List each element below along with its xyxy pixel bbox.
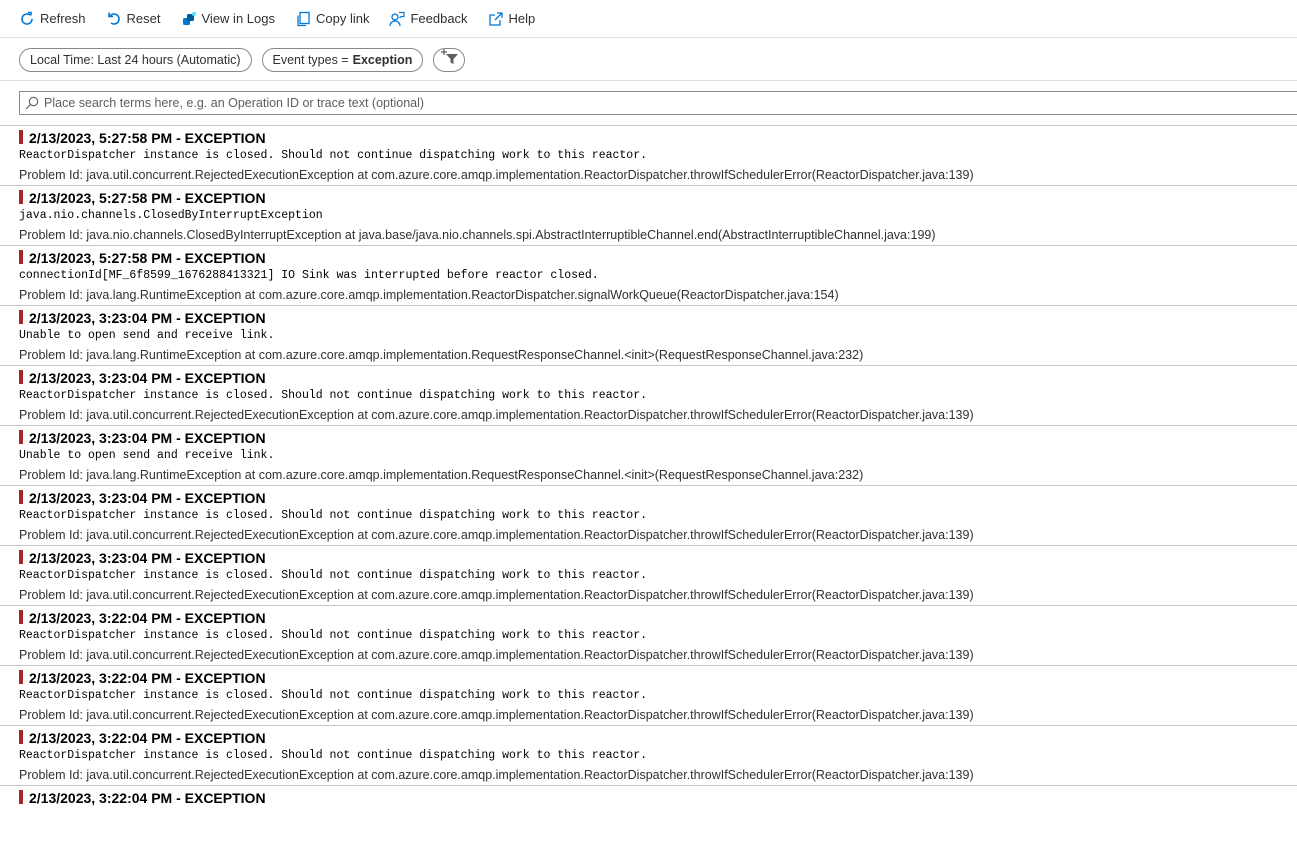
event-list: 2/13/2023, 5:27:58 PM - EXCEPTION Reactor… bbox=[0, 125, 1297, 845]
view-in-logs-label: View in Logs bbox=[201, 11, 275, 26]
event-problem-id: Problem Id: java.util.concurrent.Rejecte… bbox=[19, 768, 974, 782]
search-box bbox=[19, 91, 1297, 115]
event-problem-id: Problem Id: java.util.concurrent.Rejecte… bbox=[19, 708, 974, 722]
search-input[interactable] bbox=[44, 96, 1244, 110]
event-problem-id: Problem Id: java.lang.RuntimeException a… bbox=[19, 468, 864, 482]
event-title: 2/13/2023, 3:22:04 PM - EXCEPTION bbox=[29, 670, 266, 686]
event-title: 2/13/2023, 3:22:04 PM - EXCEPTION bbox=[29, 610, 266, 626]
exception-severity-marker bbox=[19, 610, 23, 624]
event-problem-id: Problem Id: java.lang.RuntimeException a… bbox=[19, 288, 839, 302]
event-problem-id: Problem Id: java.util.concurrent.Rejecte… bbox=[19, 648, 974, 662]
event-row[interactable]: 2/13/2023, 3:23:04 PM - EXCEPTION Reactor… bbox=[0, 485, 1297, 545]
exception-severity-marker bbox=[19, 730, 23, 744]
event-title: 2/13/2023, 3:23:04 PM - EXCEPTION bbox=[29, 370, 266, 386]
exception-severity-marker bbox=[19, 430, 23, 444]
copy-icon bbox=[294, 10, 312, 28]
search-icon bbox=[25, 96, 39, 110]
event-message: ReactorDispatcher instance is closed. Sh… bbox=[19, 149, 648, 162]
exception-severity-marker bbox=[19, 190, 23, 204]
event-message: ReactorDispatcher instance is closed. Sh… bbox=[19, 629, 648, 642]
event-title: 2/13/2023, 3:23:04 PM - EXCEPTION bbox=[29, 490, 266, 506]
event-row[interactable]: 2/13/2023, 3:23:04 PM - EXCEPTION Reactor… bbox=[0, 365, 1297, 425]
add-filter-icon bbox=[438, 49, 460, 70]
feedback-label: Feedback bbox=[410, 11, 468, 26]
event-problem-id: Problem Id: java.nio.channels.ClosedByIn… bbox=[19, 228, 936, 242]
event-message: ReactorDispatcher instance is closed. Sh… bbox=[19, 389, 648, 402]
exception-severity-marker bbox=[19, 250, 23, 264]
exception-severity-marker bbox=[19, 550, 23, 564]
exception-severity-marker bbox=[19, 130, 23, 144]
event-types-value: Exception bbox=[352, 52, 413, 67]
event-types-label: Event types = bbox=[272, 52, 349, 67]
exception-severity-marker bbox=[19, 490, 23, 504]
time-range-filter[interactable]: Local Time: Last 24 hours (Automatic) bbox=[19, 47, 252, 72]
event-row[interactable]: 2/13/2023, 5:27:58 PM - EXCEPTION connect… bbox=[0, 245, 1297, 305]
event-problem-id: Problem Id: java.util.concurrent.Rejecte… bbox=[19, 528, 974, 542]
event-row[interactable]: 2/13/2023, 5:27:58 PM - EXCEPTION java.ni… bbox=[0, 185, 1297, 245]
event-row[interactable]: 2/13/2023, 3:23:04 PM - EXCEPTION Reactor… bbox=[0, 545, 1297, 605]
reset-button[interactable]: Reset bbox=[105, 4, 161, 34]
help-label: Help bbox=[508, 11, 536, 26]
event-message: java.nio.channels.ClosedByInterruptExcep… bbox=[19, 209, 323, 222]
event-row[interactable]: 2/13/2023, 3:23:04 PM - EXCEPTION Unable … bbox=[0, 425, 1297, 485]
event-title: 2/13/2023, 5:27:58 PM - EXCEPTION bbox=[29, 130, 266, 146]
event-title: 2/13/2023, 3:23:04 PM - EXCEPTION bbox=[29, 430, 266, 446]
exception-severity-marker bbox=[19, 790, 23, 804]
event-problem-id: Problem Id: java.util.concurrent.Rejecte… bbox=[19, 408, 974, 422]
external-link-icon bbox=[487, 10, 505, 28]
event-message: ReactorDispatcher instance is closed. Sh… bbox=[19, 689, 648, 702]
filter-bar: Local Time: Last 24 hours (Automatic) Ev… bbox=[0, 39, 1297, 81]
event-title: 2/13/2023, 3:22:04 PM - EXCEPTION bbox=[29, 790, 266, 806]
exception-severity-marker bbox=[19, 370, 23, 384]
help-button[interactable]: Help bbox=[487, 4, 536, 34]
event-title: 2/13/2023, 3:22:04 PM - EXCEPTION bbox=[29, 730, 266, 746]
event-title: 2/13/2023, 3:23:04 PM - EXCEPTION bbox=[29, 550, 266, 566]
event-message: Unable to open send and receive link. bbox=[19, 449, 275, 462]
event-message: Unable to open send and receive link. bbox=[19, 329, 275, 342]
refresh-icon bbox=[18, 10, 36, 28]
refresh-label: Refresh bbox=[40, 11, 86, 26]
reset-label: Reset bbox=[126, 11, 161, 26]
event-row[interactable]: 2/13/2023, 3:23:04 PM - EXCEPTION Unable … bbox=[0, 305, 1297, 365]
event-row[interactable]: 2/13/2023, 3:22:04 PM - EXCEPTION Reactor… bbox=[0, 605, 1297, 665]
event-message: ReactorDispatcher instance is closed. Sh… bbox=[19, 509, 648, 522]
event-title: 2/13/2023, 5:27:58 PM - EXCEPTION bbox=[29, 190, 266, 206]
copy-link-label: Copy link bbox=[315, 11, 370, 26]
add-filter-button[interactable] bbox=[433, 47, 466, 72]
undo-icon bbox=[105, 10, 123, 28]
event-title: 2/13/2023, 3:23:04 PM - EXCEPTION bbox=[29, 310, 266, 326]
feedback-icon bbox=[388, 10, 406, 28]
exception-severity-marker bbox=[19, 670, 23, 684]
event-problem-id: Problem Id: java.util.concurrent.Rejecte… bbox=[19, 168, 974, 182]
event-row[interactable]: 2/13/2023, 5:27:58 PM - EXCEPTION Reactor… bbox=[0, 125, 1297, 185]
event-types-filter[interactable]: Event types = Exception bbox=[261, 47, 424, 72]
event-row[interactable]: 2/13/2023, 3:22:04 PM - EXCEPTION Reactor… bbox=[0, 665, 1297, 725]
feedback-button[interactable]: Feedback bbox=[388, 4, 468, 34]
event-message: ReactorDispatcher instance is closed. Sh… bbox=[19, 569, 648, 582]
event-title: 2/13/2023, 5:27:58 PM - EXCEPTION bbox=[29, 250, 266, 266]
event-problem-id: Problem Id: java.lang.RuntimeException a… bbox=[19, 348, 864, 362]
event-row[interactable]: 2/13/2023, 3:22:04 PM - EXCEPTION bbox=[0, 785, 1297, 845]
time-range-label: Local Time: Last 24 hours (Automatic) bbox=[30, 52, 241, 67]
event-row[interactable]: 2/13/2023, 3:22:04 PM - EXCEPTION Reactor… bbox=[0, 725, 1297, 785]
logs-icon bbox=[180, 10, 198, 28]
event-message: ReactorDispatcher instance is closed. Sh… bbox=[19, 749, 648, 762]
copy-link-button[interactable]: Copy link bbox=[294, 4, 369, 34]
event-problem-id: Problem Id: java.util.concurrent.Rejecte… bbox=[19, 588, 974, 602]
refresh-button[interactable]: Refresh bbox=[18, 4, 86, 34]
event-message: connectionId[MF_6f8599_1676288413321] IO… bbox=[19, 269, 599, 282]
exception-severity-marker bbox=[19, 310, 23, 324]
command-bar: Refresh Reset View in Logs Copy link Fee… bbox=[0, 0, 1297, 38]
view-in-logs-button[interactable]: View in Logs bbox=[180, 4, 275, 34]
